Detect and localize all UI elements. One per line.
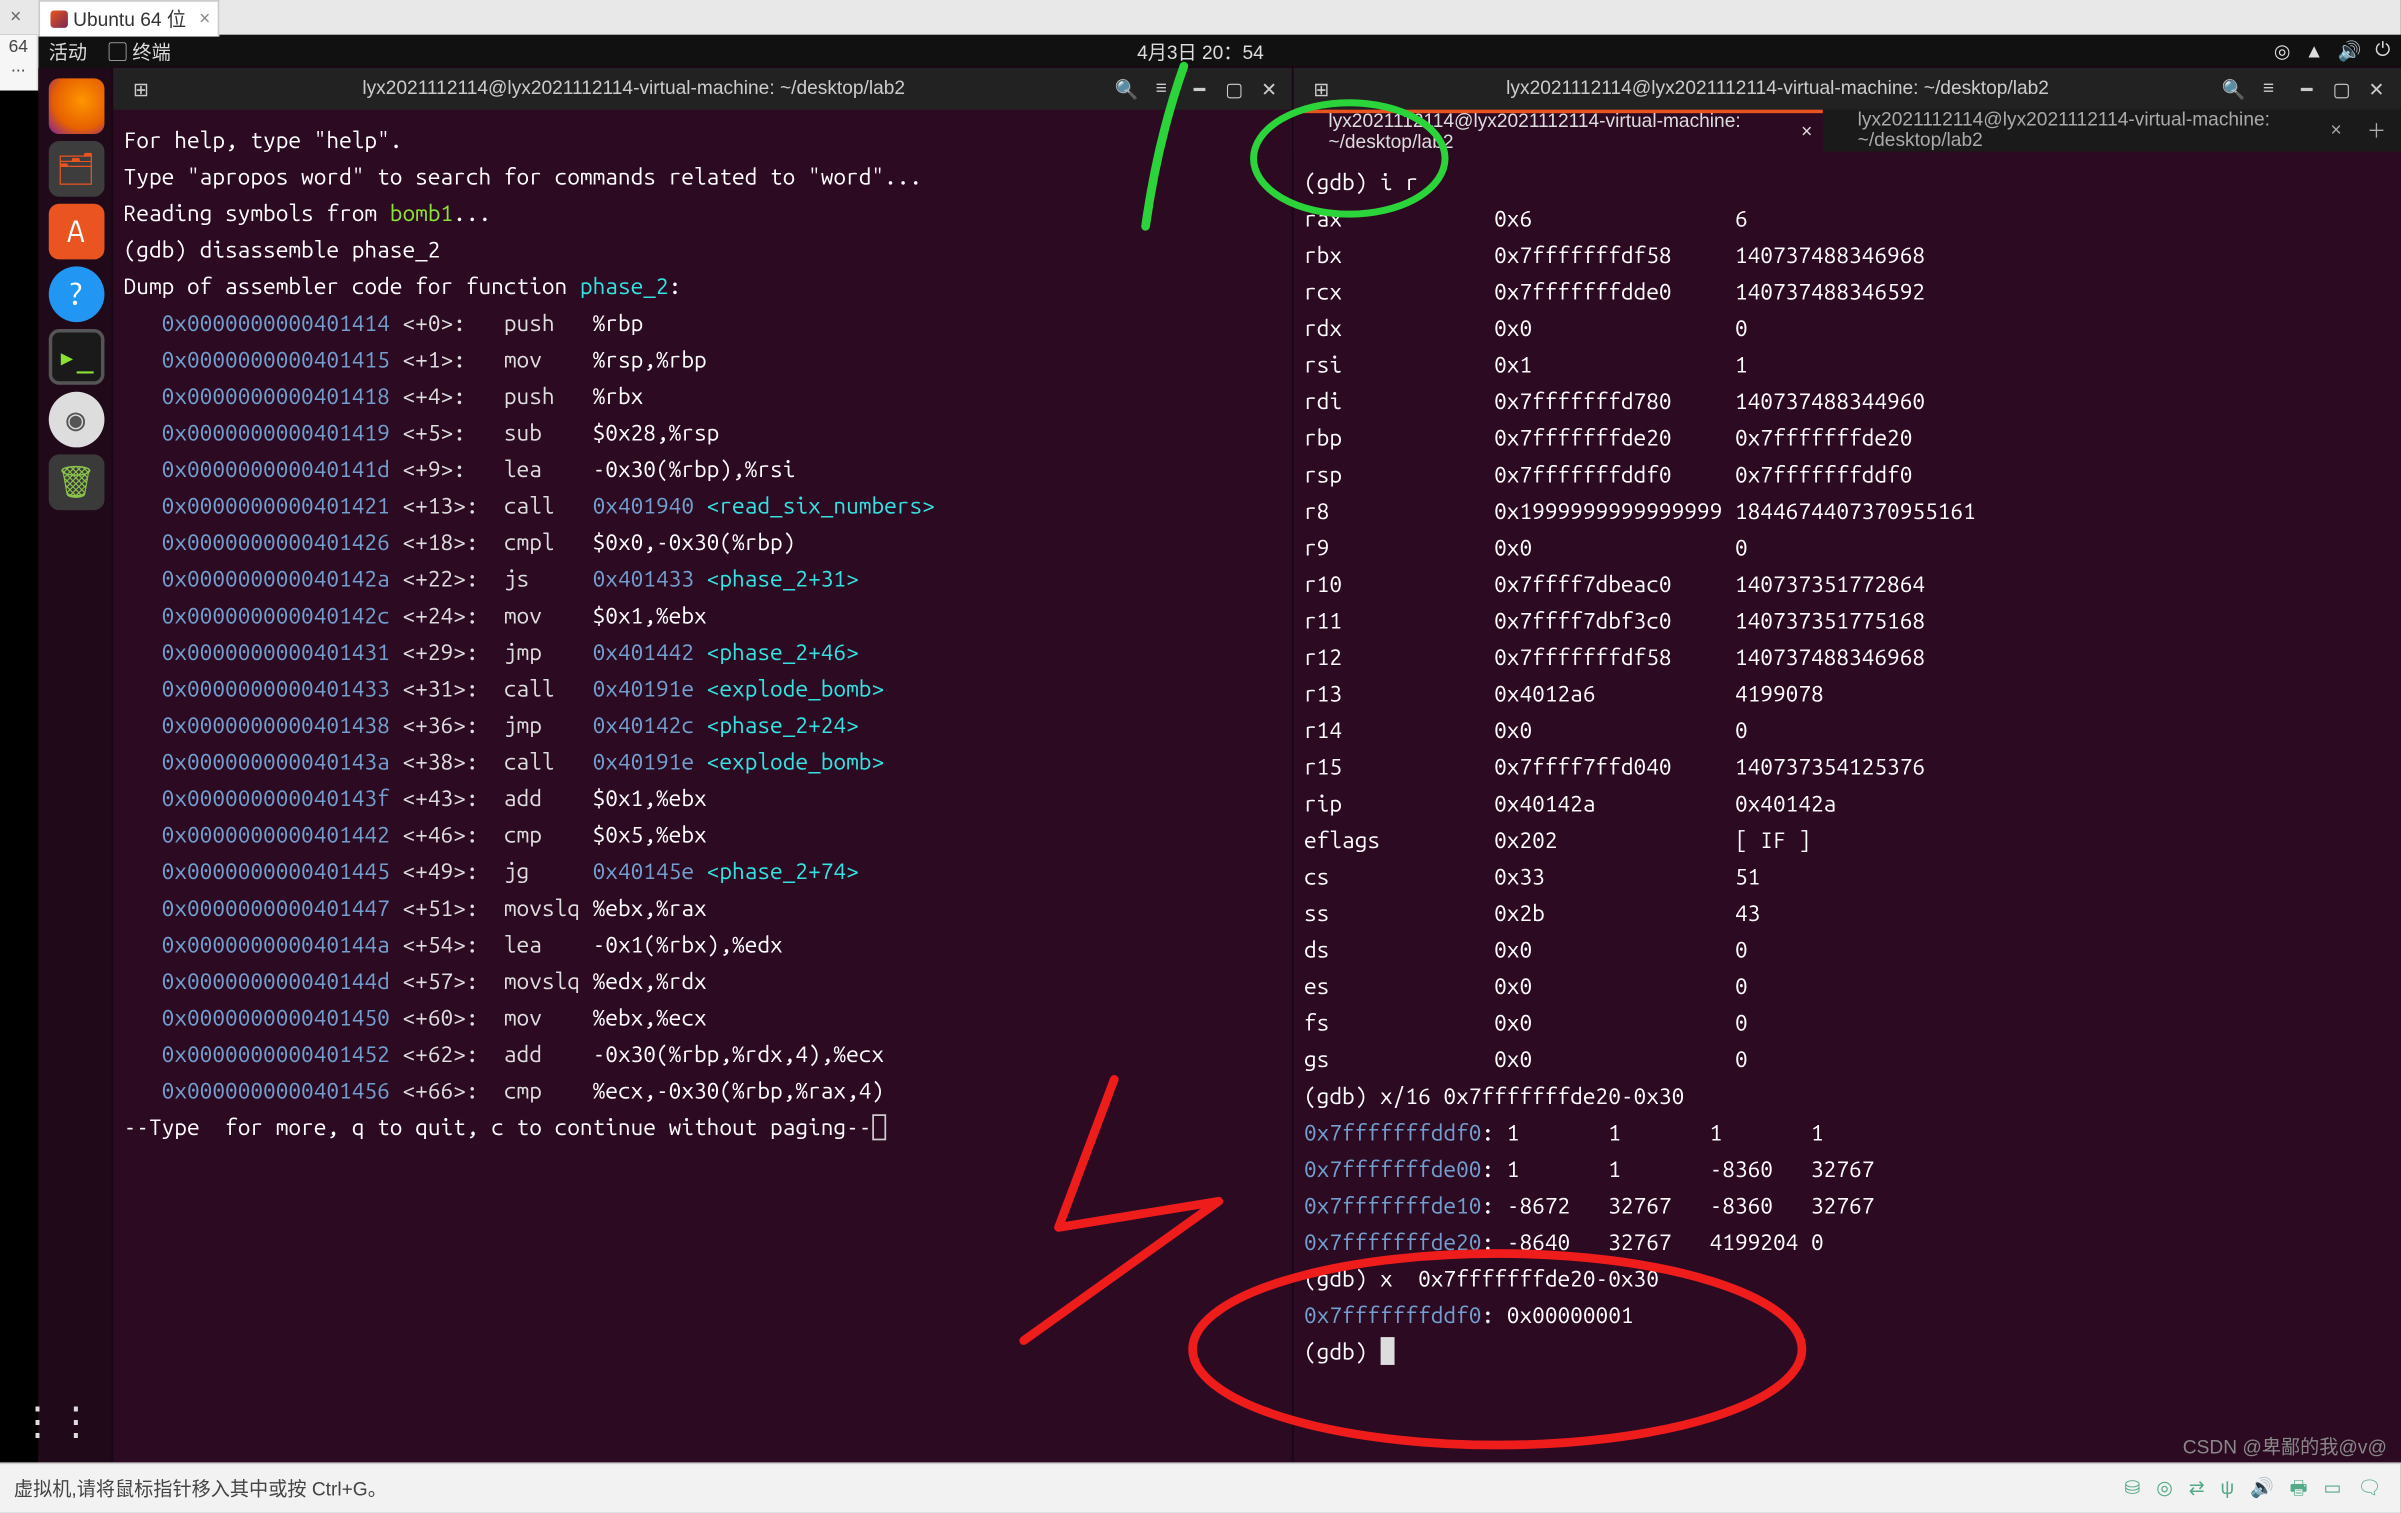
hamburger-icon[interactable]: ≡ [2251,78,2286,99]
disk-icon[interactable]: ◉ [48,392,104,448]
current-app[interactable]: ▢ 终端 [108,37,171,65]
host-statusbar: 虚拟机,请将鼠标指针移入其中或按 Ctrl+G。 ⛁ ◎ ⇄ ψ 🔊 🖶 ▭ 🗨 [0,1462,2401,1512]
gnome-top-bar: 活动 ▢ 终端 4月3日 20：54 ◎ ▲ 🔊 ⏻ [38,35,2401,68]
new-tab-icon[interactable]: ⊞ [1304,77,1339,100]
sound-icon[interactable]: 🔊 [2337,40,2361,63]
new-tab-icon[interactable]: ＋ [2352,110,2401,152]
message-icon[interactable]: 🗨 [2357,1477,2381,1498]
vm-side-label: 64 ... [0,35,38,91]
desktop: 🗂 A ? ▸_ ◉ 🗑 ⋮⋮⋮ ⊞ lyx2021112114@lyx2021… [38,68,2401,1463]
status-icons[interactable]: ⛁ ◎ ⇄ ψ 🔊 🖶 ▭ 🗨 [2119,1472,2387,1505]
files-icon[interactable]: 🗂 [48,141,104,197]
tab-close-icon[interactable]: × [2330,120,2341,141]
close-icon[interactable]: × [0,7,31,28]
trash-icon[interactable]: 🗑 [48,454,104,510]
net-icon[interactable]: ⇄ [2189,1477,2205,1498]
terminal-content-right[interactable]: (gdb) i r rax 0x6 6 rbx 0x7fffffffdf58 1… [1294,151,2401,1378]
status-hint: 虚拟机,请将鼠标指针移入其中或按 Ctrl+G。 [14,1475,387,1503]
close-icon[interactable]: ✕ [1255,75,1283,103]
hdd-icon[interactable]: ⛁ [2124,1477,2140,1498]
cd-icon[interactable]: ◎ [2156,1477,2173,1498]
terminal-window-left: ⊞ lyx2021112114@lyx2021112114-virtual-ma… [113,68,1293,1463]
close-icon[interactable]: ✕ [2363,75,2391,103]
software-icon[interactable]: A [48,204,104,260]
vm-tab-label: Ubuntu 64 位 [73,4,186,32]
ubuntu-icon [50,10,67,27]
window-title: lyx2021112114@lyx2021112114-virtual-mach… [1339,78,2216,99]
search-icon[interactable]: 🔍 [1109,77,1144,100]
tab-close-icon[interactable]: × [199,8,210,29]
vm-tab[interactable]: Ubuntu 64 位 × [38,0,219,36]
display-icon[interactable]: ▭ [2323,1477,2341,1498]
terminal-tab-label: lyx2021112114@lyx2021112114-virtual-mach… [1328,111,1788,153]
terminal-content-left[interactable]: For help, type "help". Type "apropos wor… [113,110,1293,1155]
terminal-window-right: ⊞ lyx2021112114@lyx2021112114-virtual-ma… [1294,68,2401,1463]
power-icon[interactable]: ⏻ [2375,40,2390,63]
a11y-icon[interactable]: ◎ [2274,40,2291,63]
terminal-tab-label: lyx2021112114@lyx2021112114-virtual-mach… [1858,110,2318,152]
help-icon[interactable]: ? [48,266,104,322]
terminal-tabs: lyx2021112114@lyx2021112114-virtual-mach… [1294,110,2401,152]
tab-close-icon[interactable]: × [1801,122,1812,143]
maximize-icon[interactable]: ▢ [1220,75,1248,103]
minimize-icon[interactable]: ━ [1186,75,1214,103]
printer-icon[interactable]: 🖶 [2290,1477,2308,1498]
window-title: lyx2021112114@lyx2021112114-virtual-mach… [158,78,1109,99]
watermark: CSDN @卑鄙的我@v@ [2183,1433,2387,1461]
terminal-tab[interactable]: lyx2021112114@lyx2021112114-virtual-mach… [1294,110,1823,152]
window-titlebar[interactable]: ⊞ lyx2021112114@lyx2021112114-virtual-ma… [1294,68,2401,110]
firefox-icon[interactable] [48,78,104,134]
search-icon[interactable]: 🔍 [2216,77,2251,100]
network-icon[interactable]: ▲ [2305,41,2324,62]
clock[interactable]: 4月3日 20：54 [1137,37,1264,65]
hamburger-icon[interactable]: ≡ [1144,78,1179,99]
new-tab-icon[interactable]: ⊞ [124,77,159,100]
activities-button[interactable]: 活动 [49,37,87,65]
terminal-tab[interactable]: lyx2021112114@lyx2021112114-virtual-mach… [1823,110,2352,152]
maximize-icon[interactable]: ▢ [2328,75,2356,103]
dock: 🗂 A ? ▸_ ◉ 🗑 ⋮⋮⋮ [38,68,113,1463]
host-tabbar: × Ubuntu 64 位 × [0,0,2401,35]
usb-icon[interactable]: ψ [2221,1477,2235,1498]
window-titlebar[interactable]: ⊞ lyx2021112114@lyx2021112114-virtual-ma… [113,68,1293,110]
terminal-icon[interactable]: ▸_ [48,329,104,385]
sound-icon[interactable]: 🔊 [2250,1477,2274,1498]
minimize-icon[interactable]: ━ [2293,75,2321,103]
